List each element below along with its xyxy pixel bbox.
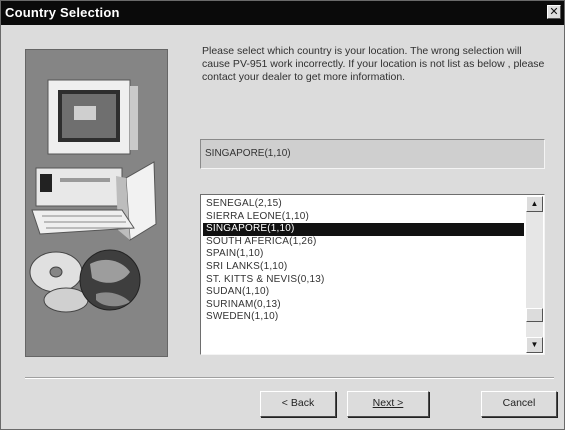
list-item[interactable]: SPAIN(1,10): [203, 248, 524, 261]
scroll-down-button[interactable]: ▼: [526, 337, 543, 353]
scroll-thumb[interactable]: [526, 308, 543, 322]
next-button-label: Next >: [372, 397, 404, 409]
scroll-down-arrow-icon: ▼: [530, 340, 539, 349]
window-title: Country Selection: [5, 5, 120, 20]
list-item[interactable]: ST. KITTS & NEVIS(0,13): [203, 274, 524, 287]
computer-with-cd-and-globe-icon: [29, 79, 157, 313]
close-icon: ✕: [549, 6, 559, 18]
next-button[interactable]: Next >: [347, 391, 429, 417]
list-item[interactable]: SIERRA LEONE(1,10): [203, 211, 524, 224]
instruction-text: Please select which country is your loca…: [202, 45, 545, 83]
country-listbox[interactable]: SENEGAL(2,15) SIERRA LEONE(1,10) SINGAPO…: [200, 194, 545, 355]
back-button[interactable]: < Back: [260, 391, 336, 417]
list-item[interactable]: SOUTH AFERICA(1,26): [203, 236, 524, 249]
vertical-scrollbar[interactable]: ▲ ▼: [526, 196, 543, 353]
country-list-items: SENEGAL(2,15) SIERRA LEONE(1,10) SINGAPO…: [203, 198, 524, 352]
list-item[interactable]: SURINAM(0,13): [203, 299, 524, 312]
list-item[interactable]: SRI LANKS(1,10): [203, 261, 524, 274]
list-item-selected[interactable]: SINGAPORE(1,10): [203, 223, 524, 236]
scroll-up-arrow-icon: ▲: [530, 199, 539, 208]
selected-country-field: SINGAPORE(1,10): [200, 139, 545, 169]
footer-divider: [25, 377, 554, 379]
list-item[interactable]: SUDAN(1,10): [203, 286, 524, 299]
setup-illustration: [25, 49, 168, 357]
cancel-button[interactable]: Cancel: [481, 391, 557, 417]
list-item[interactable]: SENEGAL(2,15): [203, 198, 524, 211]
list-item[interactable]: SWEDEN(1,10): [203, 311, 524, 324]
close-button[interactable]: ✕: [547, 5, 561, 19]
title-bar[interactable]: Country Selection ✕: [1, 1, 564, 25]
scroll-up-button[interactable]: ▲: [526, 196, 543, 212]
country-selection-dialog: Country Selection ✕ Please select which …: [0, 0, 565, 430]
